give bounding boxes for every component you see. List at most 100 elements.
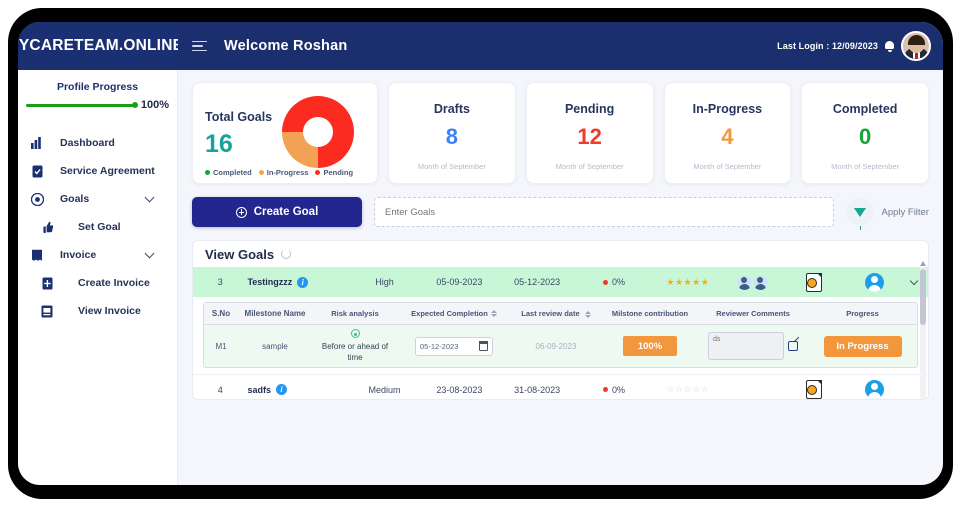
view-goals-panel: View Goals 3 Testingzzz i High 05-09-202… [192,240,929,400]
col-progress: Progress [846,309,879,318]
page-title: View Goals [205,246,275,262]
table-row[interactable]: 4 sadfs i Medium 23-08-2023 31-08-2023 0… [193,374,928,399]
avatar[interactable] [901,31,931,61]
goal-assignees[interactable] [724,274,780,290]
profile-progress-bar [26,102,138,108]
sort-icon[interactable] [584,310,591,318]
sidebar-item-label: Invoice [60,249,97,261]
goal-owner[interactable] [848,272,901,292]
sidebar-nav: Dashboard Service Agreement Goals Set Go… [18,129,177,325]
pending-title: Pending [564,101,615,116]
drafts-card: Drafts 8 Month of September [388,82,516,184]
refresh-icon[interactable] [281,249,292,259]
sidebar: Profile Progress 100% Dashboard Service … [18,70,178,485]
document-seal-icon [806,272,823,292]
file-view-icon [38,305,56,318]
pending-value: 12 [577,123,602,149]
view-goals-header: View Goals [193,241,928,267]
goal-rating[interactable]: ★★★★★ [652,277,724,288]
date-input[interactable]: 05-12-2023 [415,336,493,356]
sidebar-item-invoice[interactable]: Invoice [18,241,177,269]
col-expected-completion[interactable]: Expected Completion [398,309,510,318]
contribution-badge: 100% [623,336,677,356]
tablet-frame: YCARETEAM.ONLINE Welcome Roshan Last Log… [8,8,953,499]
reviewer-comment-input[interactable] [708,332,784,360]
milestone-table-header: S.No Milestone Name Risk analysis Expect… [204,303,917,325]
bell-icon[interactable] [884,40,895,52]
sidebar-item-create-invoice[interactable]: Create Invoice [18,269,177,297]
search-input[interactable] [374,197,835,227]
chevron-down-icon[interactable] [144,248,155,259]
milestone-row: M1 sample Before or ahead of time 05-12-… [204,325,917,367]
app-logo[interactable]: YCARETEAM.ONLINE [18,22,178,70]
milestone-progress: In Progress [808,335,917,357]
pending-subtitle: Month of September [555,161,624,171]
goal-name: sadfs i [247,384,348,395]
pending-card: Pending 12 Month of September [525,82,654,184]
sidebar-item-label: Goals [60,193,90,205]
topbar-right-group: Last Login : 12/09/2023 [777,31,943,61]
apply-filter-label: Apply Filter [881,206,929,218]
completed-subtitle: Month of September [831,161,900,171]
welcome-message: Welcome Roshan [224,38,348,54]
goal-progress: 0% [576,277,652,287]
legend-in-progress: In-Progress [258,168,308,177]
chevron-down-icon [910,276,919,285]
total-goals-title: Total Goals [205,109,273,124]
sidebar-item-goals[interactable]: Goals [18,185,177,213]
goal-progress: 0% [576,385,652,395]
donut-legend: Completed In-Progress Pending [205,168,353,177]
sidebar-item-label: Service Agreement [60,165,155,177]
sort-icon[interactable] [490,310,497,317]
completed-title: Completed [832,101,898,116]
goal-name: Testingzzz i [247,276,348,288]
hamburger-icon[interactable] [192,38,210,54]
milestone-expected-completion[interactable]: 05-12-2023 [398,336,510,356]
thumbs-up-icon [38,221,56,234]
profile-progress-label: Profile Progress [56,81,139,93]
chevron-down-icon[interactable] [144,192,155,203]
goal-rating[interactable]: ☆☆☆☆☆ [652,384,724,395]
status-dot-icon [602,387,608,392]
milestone-reviewer-comments [698,332,808,360]
completed-value: 0 [859,123,872,149]
edit-icon[interactable] [788,341,798,351]
col-risk-analysis: Risk analysis [331,309,379,318]
col-sno: S.No [211,309,231,318]
create-goal-button[interactable]: Create Goal [192,197,362,227]
info-icon[interactable]: i [275,384,287,395]
last-login-text: Last Login : 12/09/2023 [777,41,878,51]
goal-start-date: 05-09-2023 [436,277,483,287]
goal-priority: Medium [368,384,401,395]
col-last-review-date[interactable]: Last review date [510,309,602,318]
goal-start-date: 23-08-2023 [436,384,483,395]
sidebar-item-label: View Invoice [78,305,141,317]
receipt-icon [28,249,46,262]
user-avatar-icon [865,380,885,399]
milestone-last-review-date: 06-09-2023 [535,341,577,351]
scrollbar-thumb[interactable] [920,269,926,325]
progress-status-badge[interactable]: In Progress [823,335,902,357]
info-icon[interactable]: i [297,276,309,288]
table-row[interactable]: 3 Testingzzz i High 05-09-2023 05-12-202… [193,267,928,297]
goal-document-button[interactable] [780,272,848,292]
sidebar-item-service-agreement[interactable]: Service Agreement [18,157,177,185]
calendar-icon[interactable] [478,341,488,351]
goal-end-date: 31-08-2023 [514,384,561,395]
sidebar-item-label: Create Invoice [78,277,150,289]
scroll-up-icon[interactable] [920,261,926,266]
sidebar-item-set-goal[interactable]: Set Goal [18,213,177,241]
stats-row: Total Goals 16 Completed In-Progress Pen… [192,82,929,184]
vertical-scrollbar[interactable] [920,261,926,399]
milestone-sno: M1 [215,341,227,351]
sidebar-item-view-invoice[interactable]: View Invoice [18,297,177,325]
goal-owner[interactable] [848,380,901,399]
goal-end-date: 05-12-2023 [514,277,561,287]
milestone-risk: Before or ahead of time [312,329,398,363]
document-seal-icon [806,380,823,399]
sidebar-item-label: Set Goal [78,221,121,233]
legend-completed: Completed [205,168,252,177]
sidebar-item-dashboard[interactable]: Dashboard [18,129,177,157]
apply-filter-button[interactable]: Apply Filter [846,198,929,230]
goal-document-button[interactable] [780,380,848,399]
